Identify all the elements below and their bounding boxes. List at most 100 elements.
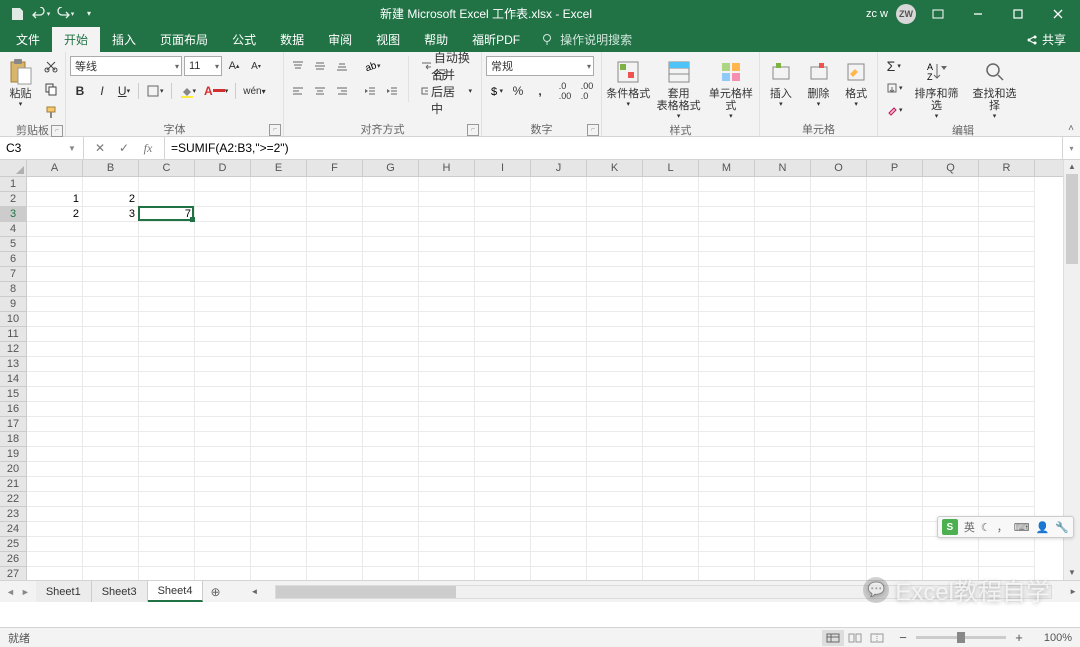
cell-G6[interactable] <box>363 252 419 267</box>
maximize-icon[interactable] <box>1000 0 1036 27</box>
insert-function-icon[interactable]: fx <box>136 141 160 156</box>
cell-A8[interactable] <box>27 282 83 297</box>
cell-F25[interactable] <box>307 537 363 552</box>
cell-R7[interactable] <box>979 267 1035 282</box>
cell-I10[interactable] <box>475 312 531 327</box>
cell-J4[interactable] <box>531 222 587 237</box>
cell-H4[interactable] <box>419 222 475 237</box>
cell-A14[interactable] <box>27 372 83 387</box>
cell-Q6[interactable] <box>923 252 979 267</box>
cell-C25[interactable] <box>139 537 195 552</box>
cell-C15[interactable] <box>139 387 195 402</box>
cell-B25[interactable] <box>83 537 139 552</box>
cell-K13[interactable] <box>587 357 643 372</box>
cell-I5[interactable] <box>475 237 531 252</box>
ime-comma-icon[interactable]: ， <box>997 519 1008 535</box>
cell-M18[interactable] <box>699 432 755 447</box>
cell-Q21[interactable] <box>923 477 979 492</box>
cell-P16[interactable] <box>867 402 923 417</box>
cell-D15[interactable] <box>195 387 251 402</box>
cell-A11[interactable] <box>27 327 83 342</box>
redo-icon[interactable]: ▾ <box>54 3 76 25</box>
sort-filter-button[interactable]: AZ 排序和筛选▾ <box>910 56 964 122</box>
cell-F19[interactable] <box>307 447 363 462</box>
ime-moon-icon[interactable]: ☾ <box>981 521 991 534</box>
cell-J8[interactable] <box>531 282 587 297</box>
cell-R17[interactable] <box>979 417 1035 432</box>
cell-E24[interactable] <box>251 522 307 537</box>
cell-D2[interactable] <box>195 192 251 207</box>
cell-A25[interactable] <box>27 537 83 552</box>
cell-E1[interactable] <box>251 177 307 192</box>
column-header-L[interactable]: L <box>643 160 699 176</box>
sheet-tab-Sheet4[interactable]: Sheet4 <box>148 581 204 602</box>
conditional-format-button[interactable]: 条件格式▾ <box>606 56 651 110</box>
sheet-tab-Sheet1[interactable]: Sheet1 <box>36 581 92 602</box>
cell-F4[interactable] <box>307 222 363 237</box>
cell-N18[interactable] <box>755 432 811 447</box>
cell-H3[interactable] <box>419 207 475 222</box>
cell-I24[interactable] <box>475 522 531 537</box>
cell-O19[interactable] <box>811 447 867 462</box>
cell-A17[interactable] <box>27 417 83 432</box>
name-box[interactable]: ▼ <box>0 137 84 159</box>
collapse-ribbon-icon[interactable]: ˄ <box>1068 123 1074 134</box>
cell-H2[interactable] <box>419 192 475 207</box>
column-header-J[interactable]: J <box>531 160 587 176</box>
cell-M17[interactable] <box>699 417 755 432</box>
column-header-K[interactable]: K <box>587 160 643 176</box>
cell-Q17[interactable] <box>923 417 979 432</box>
cell-O7[interactable] <box>811 267 867 282</box>
merge-center-button[interactable]: 合并后居中▾ <box>415 81 477 101</box>
fill-icon[interactable]: ▾ <box>882 78 906 98</box>
cell-R27[interactable] <box>979 567 1035 580</box>
cell-I12[interactable] <box>475 342 531 357</box>
cell-C14[interactable] <box>139 372 195 387</box>
cell-J17[interactable] <box>531 417 587 432</box>
row-header-9[interactable]: 9 <box>0 297 26 312</box>
cell-P26[interactable] <box>867 552 923 567</box>
cell-A26[interactable] <box>27 552 83 567</box>
cell-B16[interactable] <box>83 402 139 417</box>
cell-H27[interactable] <box>419 567 475 580</box>
insert-cells-button[interactable]: 插入▾ <box>764 56 798 110</box>
cell-C24[interactable] <box>139 522 195 537</box>
cell-D22[interactable] <box>195 492 251 507</box>
cell-P17[interactable] <box>867 417 923 432</box>
cell-E6[interactable] <box>251 252 307 267</box>
cell-P10[interactable] <box>867 312 923 327</box>
cell-L8[interactable] <box>643 282 699 297</box>
cell-O25[interactable] <box>811 537 867 552</box>
cell-N23[interactable] <box>755 507 811 522</box>
cell-B24[interactable] <box>83 522 139 537</box>
cell-A10[interactable] <box>27 312 83 327</box>
cell-E3[interactable] <box>251 207 307 222</box>
cell-K12[interactable] <box>587 342 643 357</box>
cell-B23[interactable] <box>83 507 139 522</box>
cell-O5[interactable] <box>811 237 867 252</box>
share-button[interactable]: 共享 <box>1012 27 1080 52</box>
row-header-16[interactable]: 16 <box>0 402 26 417</box>
cell-D12[interactable] <box>195 342 251 357</box>
cell-O22[interactable] <box>811 492 867 507</box>
cell-N4[interactable] <box>755 222 811 237</box>
cell-F12[interactable] <box>307 342 363 357</box>
cell-P23[interactable] <box>867 507 923 522</box>
cell-K4[interactable] <box>587 222 643 237</box>
cell-F15[interactable] <box>307 387 363 402</box>
cell-R22[interactable] <box>979 492 1035 507</box>
cell-N6[interactable] <box>755 252 811 267</box>
sheet-prev-icon[interactable]: ◄ <box>6 587 15 597</box>
cell-C26[interactable] <box>139 552 195 567</box>
cell-Q3[interactable] <box>923 207 979 222</box>
column-header-G[interactable]: G <box>363 160 419 176</box>
cell-G13[interactable] <box>363 357 419 372</box>
cell-D5[interactable] <box>195 237 251 252</box>
cell-J12[interactable] <box>531 342 587 357</box>
cell-M16[interactable] <box>699 402 755 417</box>
cell-M4[interactable] <box>699 222 755 237</box>
cell-O23[interactable] <box>811 507 867 522</box>
cell-A12[interactable] <box>27 342 83 357</box>
cell-P3[interactable] <box>867 207 923 222</box>
cell-J3[interactable] <box>531 207 587 222</box>
